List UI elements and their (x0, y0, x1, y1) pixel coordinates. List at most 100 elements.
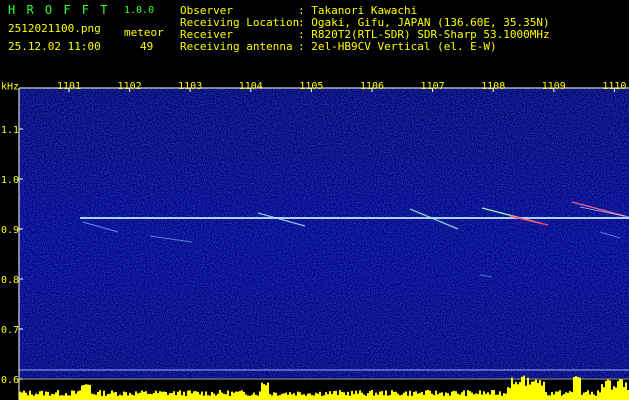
signal-level-bar (619, 379, 621, 400)
signal-level-bar (107, 393, 109, 400)
signal-level-bar (457, 393, 459, 400)
signal-level-bar (349, 395, 351, 400)
signal-level-bar (593, 394, 595, 400)
signal-level-bar (259, 391, 261, 400)
signal-level-bar (279, 395, 281, 400)
signal-level-bar (61, 395, 63, 400)
signal-level-bar (249, 395, 251, 400)
signal-level-bar (389, 395, 391, 400)
signal-level-bar (287, 394, 289, 400)
frequency-tick-label: 1.1 (1, 125, 19, 136)
signal-level-bar (463, 390, 465, 400)
signal-level-bar (489, 394, 491, 400)
signal-level-bar (265, 385, 267, 400)
signal-level-bar (217, 393, 219, 400)
signal-level-bar (321, 395, 323, 400)
signal-level-bar (371, 390, 373, 400)
signal-level-bar (149, 393, 151, 400)
signal-level-bar (607, 379, 609, 400)
signal-level-bar (59, 395, 61, 400)
signal-level-bar (549, 395, 551, 400)
signal-level-bar (377, 394, 379, 400)
signal-level-bar (537, 382, 539, 400)
signal-level-bar (147, 393, 149, 400)
signal-level-bar (193, 391, 195, 400)
signal-level-bar (509, 388, 511, 400)
signal-level-bar (443, 395, 445, 400)
signal-level-bar (31, 394, 33, 400)
signal-level-bar (373, 395, 375, 400)
signal-level-bar (623, 386, 625, 400)
signal-level-bar (75, 393, 77, 400)
signal-level-bar (285, 392, 287, 400)
signal-level-bar (353, 394, 355, 400)
signal-level-bar (601, 384, 603, 400)
signal-level-bar (301, 394, 303, 400)
signal-level-bar (269, 394, 271, 400)
signal-level-bar (433, 395, 435, 400)
signal-level-bar (511, 377, 513, 400)
signal-level-bar (419, 392, 421, 400)
signal-level-bar (613, 386, 615, 400)
signal-level-bar (599, 392, 601, 400)
signal-level-bar (161, 391, 163, 400)
signal-level-bar (143, 391, 145, 400)
signal-level-bar (299, 392, 301, 400)
signal-level-bar (529, 384, 531, 400)
meteor-label: meteor (124, 26, 164, 39)
signal-level-bar (201, 391, 203, 400)
signal-level-bar (499, 391, 501, 400)
signal-level-bar (297, 391, 299, 400)
signal-level-bar (621, 379, 623, 400)
signal-level-bar (485, 393, 487, 400)
signal-level-bar (469, 391, 471, 400)
signal-level-bar (507, 387, 509, 400)
signal-level-bar (525, 385, 527, 400)
signal-level-bar (267, 382, 269, 400)
signal-level-bar (555, 391, 557, 400)
signal-level-bar (553, 394, 555, 400)
signal-level-bar (207, 395, 209, 400)
signal-level-bar (131, 394, 133, 400)
signal-level-bar (73, 390, 75, 400)
signal-level-bar (79, 390, 81, 400)
signal-level-bar (281, 393, 283, 400)
signal-level-bar (407, 395, 409, 400)
signal-level-bar (557, 391, 559, 400)
signal-level-bar (387, 395, 389, 400)
signal-level-bar (487, 392, 489, 400)
signal-level-bar (413, 391, 415, 400)
signal-level-bar (345, 395, 347, 400)
signal-level-bar (477, 393, 479, 400)
signal-level-bar (275, 392, 277, 400)
signal-level-bar (515, 381, 517, 400)
signal-level-bar (541, 385, 543, 400)
signal-level-bar (401, 394, 403, 400)
signal-level-bar (65, 393, 67, 400)
signal-level-bar (451, 391, 453, 400)
signal-level-bar (225, 394, 227, 400)
signal-level-bar (369, 391, 371, 400)
signal-level-bar (615, 387, 617, 400)
signal-level-bar (241, 390, 243, 400)
signal-level-bar (543, 381, 545, 400)
signal-level-bar (583, 392, 585, 400)
signal-level-bar (117, 395, 119, 400)
signal-level-bar (495, 394, 497, 400)
signal-level-bar (425, 390, 427, 400)
signal-level-bar (121, 395, 123, 400)
signal-level-bar (211, 392, 213, 400)
signal-level-bar (307, 393, 309, 400)
signal-level-bar (411, 395, 413, 400)
signal-level-bar (277, 395, 279, 400)
signal-level-bar (381, 391, 383, 400)
signal-level-bar (481, 394, 483, 400)
signal-level-bar (479, 390, 481, 400)
signal-level-bar (209, 395, 211, 400)
signal-level-bar (391, 390, 393, 400)
signal-level-bar (449, 395, 451, 400)
signal-level-bar (393, 391, 395, 400)
signal-level-bar (189, 390, 191, 400)
signal-level-bar (587, 390, 589, 400)
signal-level-bar (87, 384, 89, 400)
